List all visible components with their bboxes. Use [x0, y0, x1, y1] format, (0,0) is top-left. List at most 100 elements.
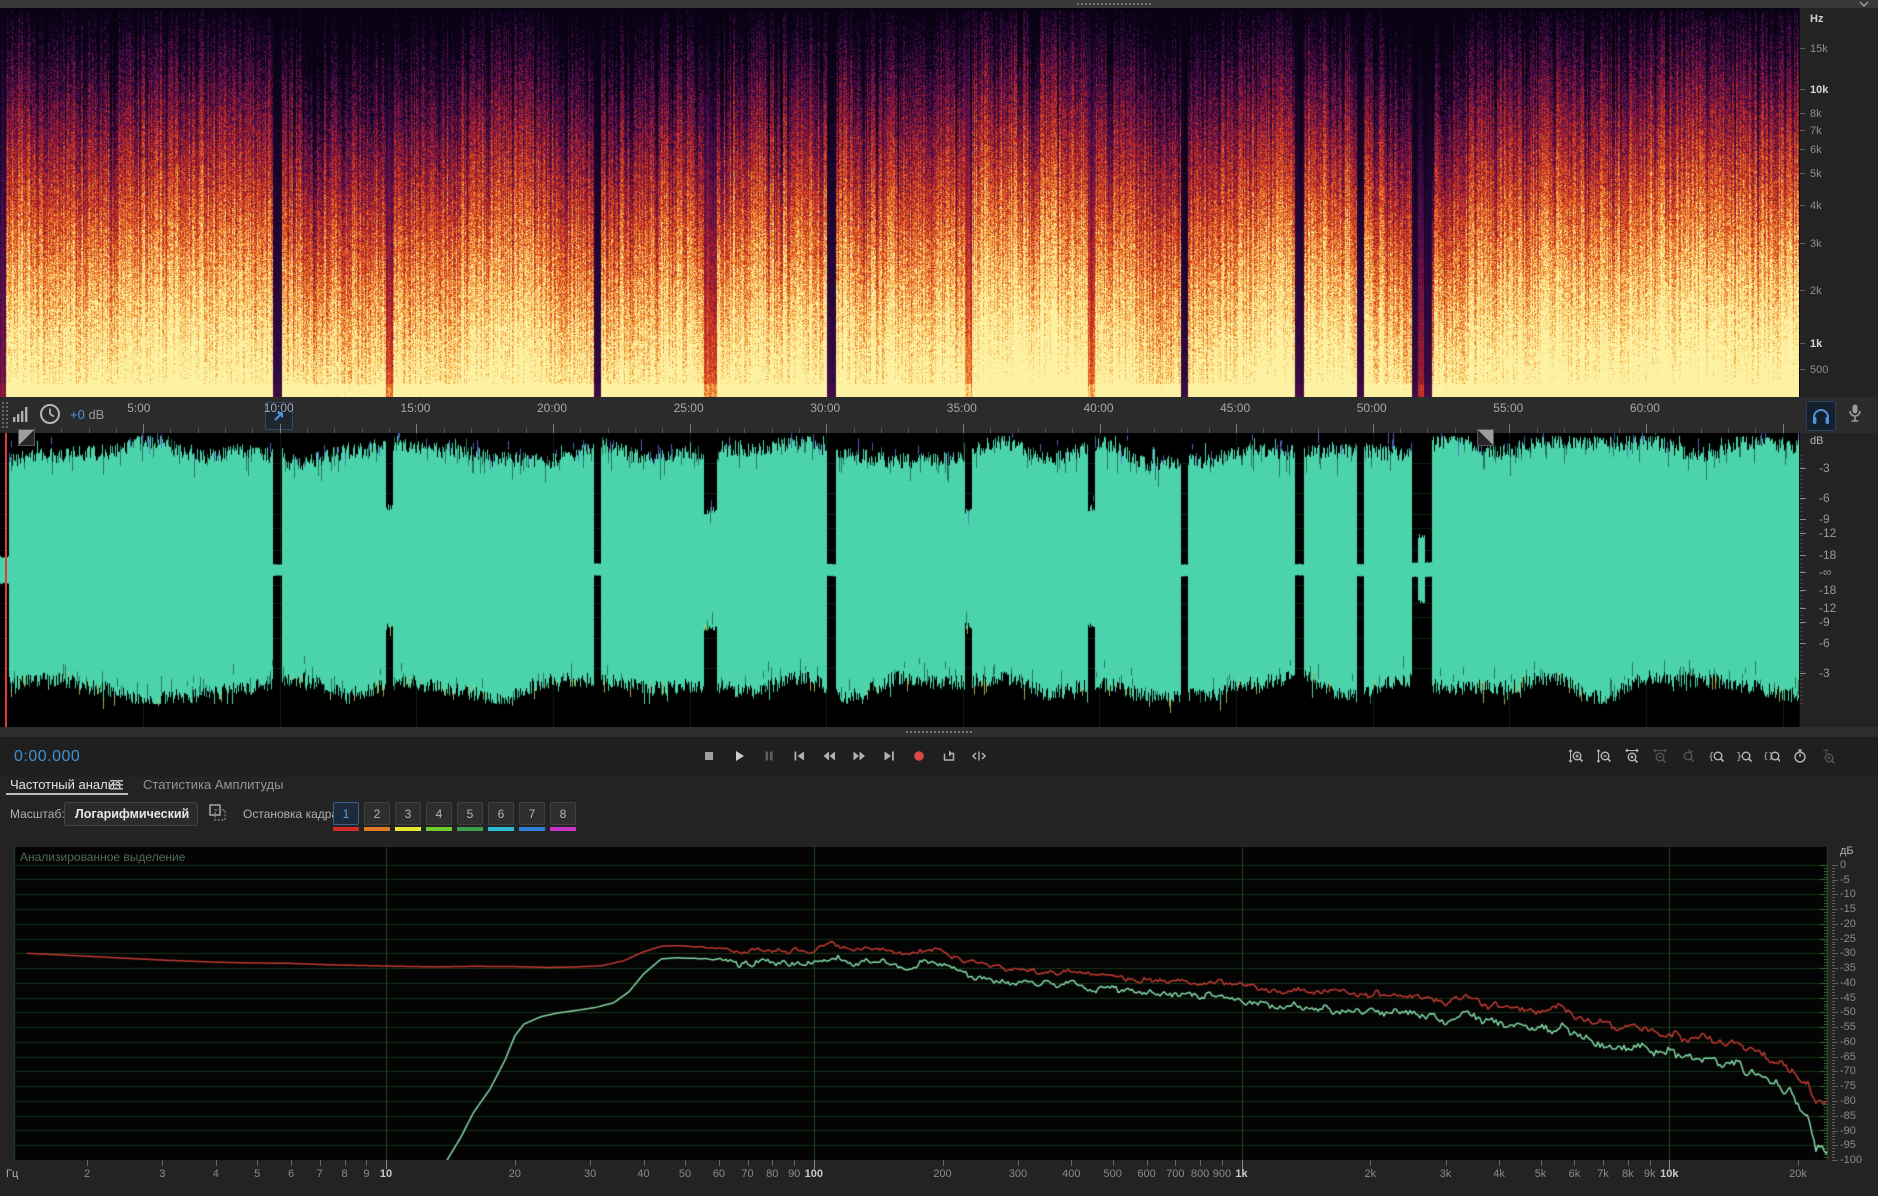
freq-tick-label: 8k [1810, 108, 1822, 120]
skip-selection-icon [971, 751, 986, 761]
db-axis-tick [1832, 1009, 1835, 1011]
zoom-in-vertical-button[interactable] [1563, 744, 1589, 768]
play-button[interactable] [725, 744, 752, 768]
time-display[interactable]: 0:00.000 [14, 748, 80, 766]
zoom-out-horizontal-icon [1653, 748, 1667, 764]
frame-hold-button-7[interactable]: 7 [519, 802, 545, 825]
spectrogram-canvas[interactable] [0, 8, 1799, 397]
zoom-out-point-button[interactable]: } [1731, 744, 1757, 768]
zoom-in-horizontal-icon [1625, 748, 1639, 764]
db-axis-tick [1832, 932, 1835, 934]
skip-to-start-button[interactable] [785, 744, 812, 768]
frame-hold-6[interactable]: 6 [488, 802, 514, 831]
frame-hold-3[interactable]: 3 [395, 802, 421, 831]
frequency-graph-canvas[interactable] [14, 847, 1828, 1160]
freq-tick [1800, 343, 1805, 344]
selection-handle-left[interactable] [18, 429, 35, 446]
freq-tick-label: 5k [1810, 168, 1822, 180]
spectrogram-frequency-ruler[interactable]: Hz 15k 10k 8k 7k 6k 5k 4k 3k 2k 1k 500 [1799, 8, 1878, 397]
time-ruler[interactable]: 5:00 10:00 15:00 20:00 25:00 30:00 35:00 40:00 4… [0, 397, 1799, 433]
tab-frequency-analysis[interactable]: Частотный анализ [10, 777, 121, 792]
frame-hold-button-8[interactable]: 8 [550, 802, 576, 825]
freq-axis-tick [794, 1160, 796, 1166]
chevron-down-icon[interactable] [1858, 0, 1870, 8]
db-minor-tick [1800, 579, 1803, 580]
timer-button[interactable] [1787, 744, 1813, 768]
freq-axis-tick [1627, 1160, 1629, 1166]
zoom-full-button[interactable] [1815, 744, 1841, 768]
selection-handle-right[interactable] [1477, 429, 1494, 446]
copy-graph-icon[interactable] [208, 803, 228, 823]
skip-selection-button[interactable] [965, 744, 992, 768]
db-axis-tick [1832, 1038, 1835, 1040]
frame-hold-5[interactable]: 5 [457, 802, 483, 831]
frame-hold-button-3[interactable]: 3 [395, 802, 421, 825]
frame-hold-color [395, 827, 421, 831]
pause-button[interactable] [755, 744, 782, 768]
freq-axis-label: 20k [1789, 1168, 1807, 1180]
zoom-in-horizontal-button[interactable] [1619, 744, 1645, 768]
monitor-headphones-button[interactable] [1806, 401, 1836, 431]
freq-axis-tick [1499, 1160, 1501, 1166]
db-axis-tick [1832, 891, 1835, 893]
fast-forward-button[interactable] [845, 744, 872, 768]
zoom-reset-button[interactable] [1675, 744, 1701, 768]
waveform-canvas[interactable] [0, 433, 1799, 727]
frame-hold-button-6[interactable]: 6 [488, 802, 514, 825]
freq-tick [1800, 290, 1805, 291]
db-axis-tick [1832, 897, 1835, 899]
db-axis-tick [1832, 1118, 1835, 1120]
stop-button[interactable] [695, 744, 722, 768]
db-minor-tick [1800, 583, 1803, 584]
panel-drag-handle-2[interactable] [905, 730, 973, 734]
frequency-graph[interactable]: Анализированное выделение [14, 847, 1828, 1160]
waveform-db-ruler[interactable]: dB L R -3-6-9-12-18-∞-18-12-9-6-3 [1799, 433, 1878, 727]
frame-hold-4[interactable]: 4 [426, 802, 452, 831]
zoom-out-horizontal-button[interactable] [1647, 744, 1673, 768]
db-minor-tick [1800, 483, 1803, 484]
scale-dropdown[interactable]: Логарифмический [64, 802, 198, 826]
db-minor-tick [1800, 511, 1803, 512]
db-axis-label: 0 [1840, 858, 1847, 871]
zoom-selection-button[interactable]: {} [1759, 744, 1785, 768]
frame-hold-button-4[interactable]: 4 [426, 802, 452, 825]
freq-axis-tick [942, 1160, 944, 1166]
zoom-out-vertical-button[interactable] [1591, 744, 1617, 768]
frame-hold-1[interactable]: 1 [333, 802, 359, 831]
db-minor-tick [1800, 687, 1803, 688]
tab-amplitude-statistics[interactable]: Статистика Амплитуды [143, 777, 283, 792]
record-button[interactable] [905, 744, 932, 768]
skip-to-end-button[interactable] [875, 744, 902, 768]
db-axis-tick [1832, 985, 1835, 987]
frame-hold-button-2[interactable]: 2 [364, 802, 390, 825]
db-minor-tick [1800, 487, 1803, 488]
db-tick [1800, 622, 1806, 623]
rewind-button[interactable] [815, 744, 842, 768]
db-axis-tick [1832, 1098, 1835, 1099]
freq-axis-label: 70 [741, 1168, 754, 1180]
frame-hold-button-5[interactable]: 5 [457, 802, 483, 825]
frame-hold-8[interactable]: 8 [550, 802, 576, 831]
zoom-in-point-button[interactable]: { [1703, 744, 1729, 768]
freq-axis-tick [1200, 1160, 1202, 1166]
panel-drag-handle[interactable] [1076, 2, 1152, 6]
panel-menu-icon[interactable] [110, 779, 124, 791]
db-axis-tick [1832, 870, 1835, 872]
frame-hold-7[interactable]: 7 [519, 802, 545, 831]
db-axis-tick [1832, 982, 1838, 984]
microphone-icon[interactable] [1846, 403, 1864, 427]
freq-axis-tick [685, 1160, 686, 1166]
db-minor-tick [1800, 463, 1803, 464]
top-panel-divider[interactable] [0, 0, 1878, 8]
db-axis-tick [1832, 1145, 1838, 1147]
db-axis-label: -70 [1840, 1065, 1856, 1078]
playhead[interactable] [5, 433, 7, 727]
db-axis-tick [1832, 882, 1835, 884]
loop-playback-button[interactable] [935, 744, 962, 768]
skip-to-start-icon [794, 751, 804, 761]
frame-hold-2[interactable]: 2 [364, 802, 390, 831]
db-axis-tick [1832, 1139, 1835, 1141]
freq-axis-label: 90 [788, 1168, 801, 1180]
frame-hold-button-1[interactable]: 1 [333, 802, 359, 825]
db-minor-tick [1800, 575, 1803, 576]
